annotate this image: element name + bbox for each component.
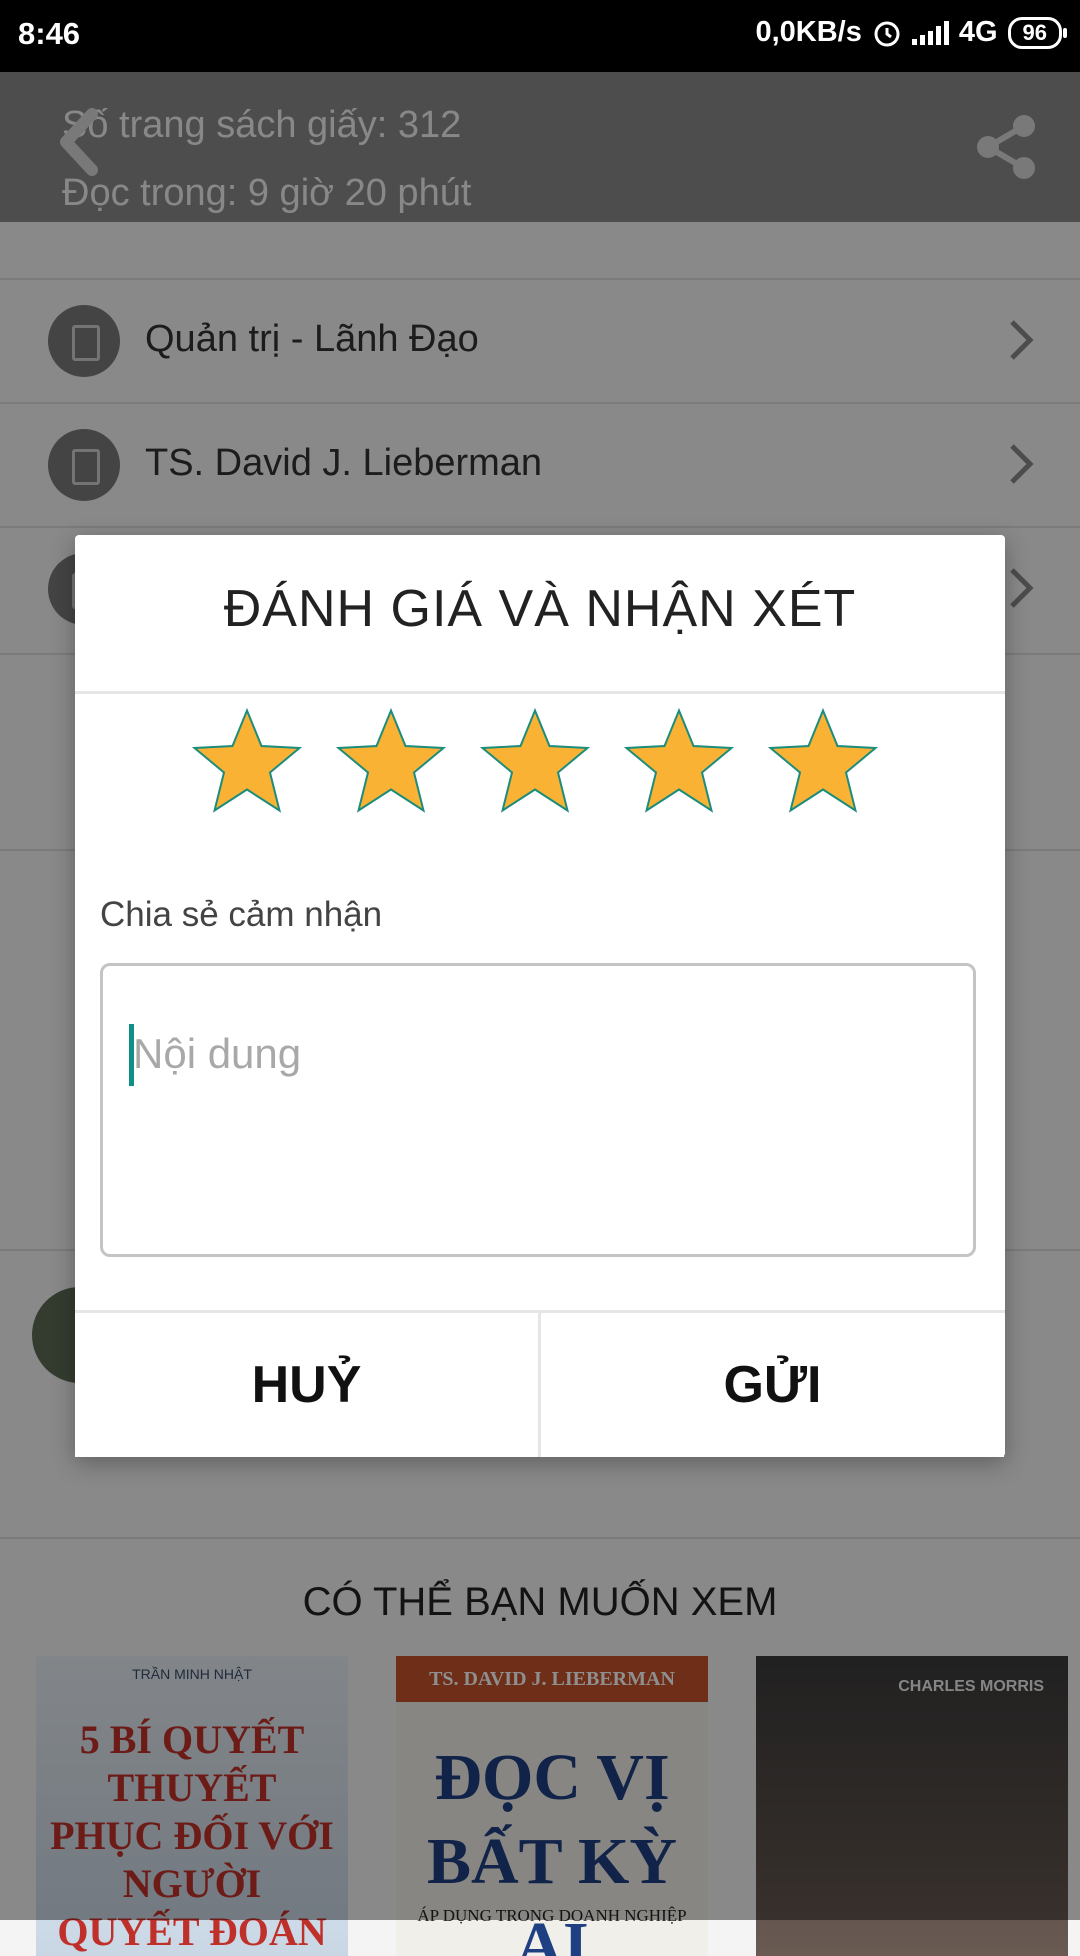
dialog-title: ĐÁNH GIÁ VÀ NHẬN XÉT <box>223 580 857 638</box>
review-content-input[interactable]: Nội dung <box>100 963 976 1257</box>
star-icon[interactable] <box>475 703 595 823</box>
divider <box>75 691 1005 694</box>
network-type: 4G <box>958 16 998 48</box>
signal-icon <box>911 20 949 45</box>
rating-dialog: ĐÁNH GIÁ VÀ NHẬN XÉT Chia sẻ cảm nhận Nộ… <box>75 535 1005 1457</box>
status-bar: 8:46 0,0KB/s 4G 96 <box>0 0 1080 72</box>
battery-level: 96 <box>1022 19 1047 45</box>
star-icon[interactable] <box>763 703 883 823</box>
star-icon[interactable] <box>187 703 307 823</box>
alarm-icon <box>874 21 900 46</box>
send-button[interactable]: GỬI <box>541 1313 1004 1457</box>
star-icon[interactable] <box>619 703 739 823</box>
cancel-button[interactable]: HUỶ <box>75 1313 538 1457</box>
content-placeholder: Nội dung <box>133 1030 302 1077</box>
battery-icon: 96 <box>1007 16 1068 49</box>
share-label: Chia sẻ cảm nhận <box>100 895 383 934</box>
star-icon[interactable] <box>331 703 451 823</box>
network-speed: 0,0KB/s <box>755 16 862 48</box>
star-rating[interactable] <box>187 703 883 823</box>
status-time: 8:46 <box>18 16 81 51</box>
